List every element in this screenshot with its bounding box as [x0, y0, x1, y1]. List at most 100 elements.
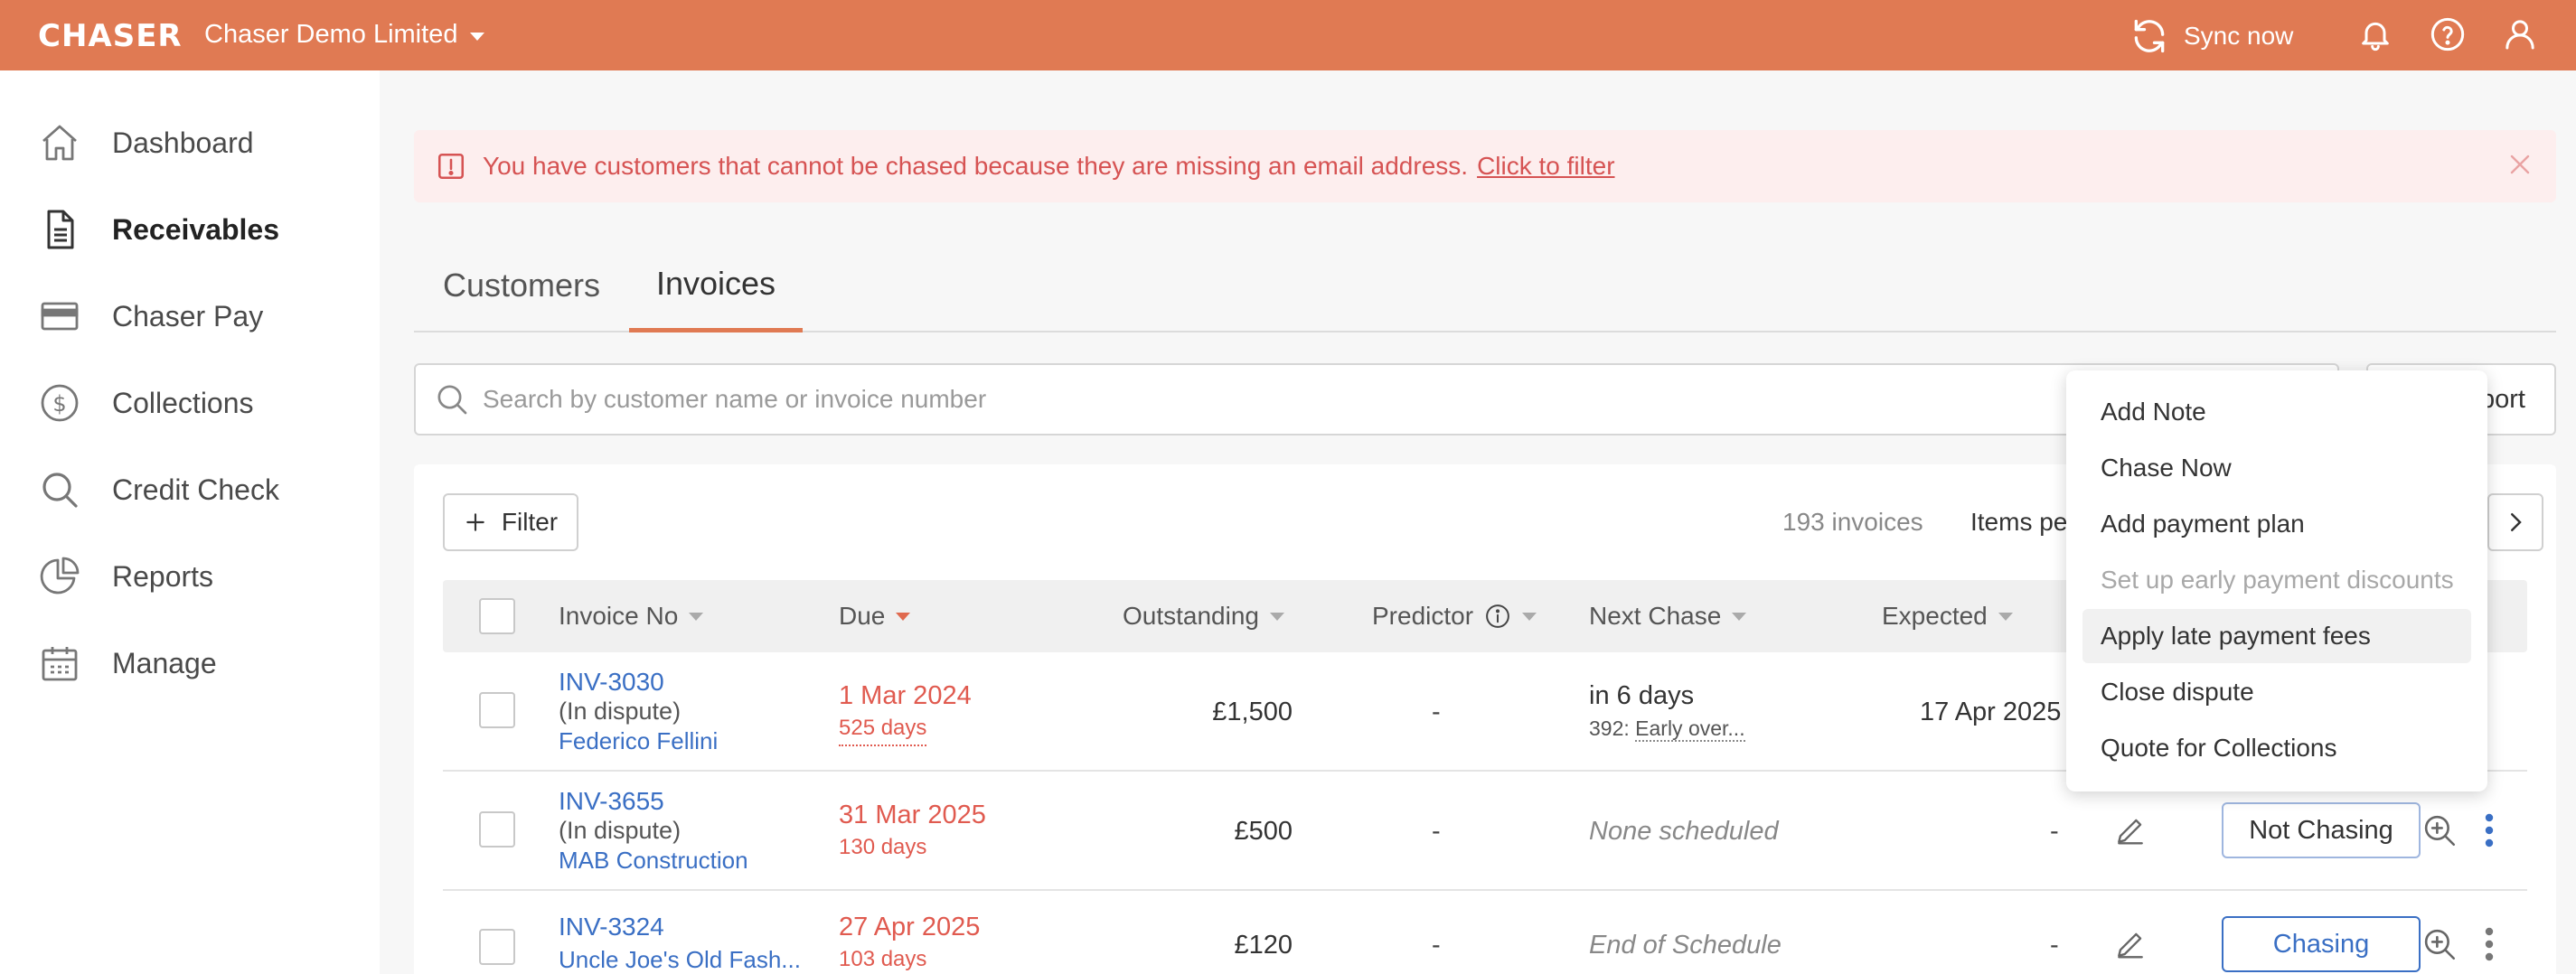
menu-item-late-payment-fees[interactable]: Apply late payment fees — [2082, 609, 2471, 663]
column-invoice-no[interactable]: Invoice No — [559, 580, 704, 652]
user-icon[interactable] — [2502, 16, 2538, 52]
column-outstanding[interactable]: Outstanding — [1123, 580, 1284, 652]
due-cell: 31 Mar 2025 130 days — [839, 799, 986, 864]
search-input[interactable] — [483, 385, 2200, 414]
sidebar-item-dashboard[interactable]: Dashboard — [38, 116, 254, 170]
org-name: Chaser Demo Limited — [204, 20, 458, 49]
due-date: 27 Apr 2025 — [839, 913, 981, 941]
sidebar-item-manage[interactable]: Manage — [38, 636, 217, 690]
help-icon[interactable] — [2430, 16, 2466, 52]
alert-message: You have customers that cannot be chased… — [483, 152, 1469, 180]
overdue-days: 130 days — [839, 835, 927, 859]
next-chase-template[interactable]: Early over... — [1635, 716, 1745, 742]
edit-icon[interactable] — [2113, 813, 2148, 848]
row-checkbox[interactable] — [479, 692, 515, 728]
zoom-in-icon[interactable] — [2421, 811, 2458, 849]
column-label: Predictor — [1372, 602, 1474, 630]
column-predictor[interactable]: Predictor — [1372, 580, 1537, 652]
tab-customers[interactable]: Customers — [443, 239, 600, 332]
brand-logo[interactable]: CHASER — [38, 18, 183, 54]
sort-icon — [1522, 612, 1537, 621]
invoice-link[interactable]: INV-3655 — [559, 786, 748, 816]
close-icon[interactable] — [2504, 148, 2536, 181]
sort-icon — [1998, 612, 2013, 621]
more-options-icon[interactable] — [2480, 811, 2498, 849]
select-all-checkbox-cell — [479, 580, 515, 652]
overdue-days: 525 days — [839, 712, 927, 746]
search-box — [414, 363, 2339, 435]
sidebar-item-credit-check[interactable]: Credit Check — [38, 463, 279, 517]
column-next-chase[interactable]: Next Chase — [1589, 580, 1747, 652]
outstanding-amount: £1,500 — [1212, 698, 1293, 726]
sidebar-item-label: Collections — [112, 386, 254, 419]
predictor-value: - — [1432, 817, 1441, 846]
bell-icon[interactable] — [2357, 16, 2393, 52]
menu-item-add-payment-plan[interactable]: Add payment plan — [2082, 497, 2471, 551]
filter-button[interactable]: Filter — [443, 493, 578, 551]
filter-label: Filter — [501, 508, 559, 536]
document-icon — [47, 210, 74, 249]
due-cell: 27 Apr 2025 103 days — [839, 911, 980, 974]
invoice-link[interactable]: INV-3324 — [559, 911, 801, 943]
card-icon — [41, 302, 79, 331]
sidebar-item-label: Reports — [112, 559, 214, 593]
tab-invoices[interactable]: Invoices — [629, 239, 803, 332]
menu-item-quote-for-collections[interactable]: Quote for Collections — [2082, 721, 2471, 775]
next-chase-cell: in 6 days 392: Early over... — [1589, 679, 1745, 745]
column-label: Due — [839, 602, 886, 630]
invoice-cell: INV-3324 Uncle Joe's Old Fash... — [559, 911, 801, 974]
column-label: Expected — [1882, 602, 1988, 630]
invoice-link[interactable]: INV-3030 — [559, 667, 718, 697]
more-options-icon[interactable] — [2480, 925, 2498, 963]
customer-link[interactable]: MAB Construction — [559, 846, 748, 876]
row-checkbox[interactable] — [479, 929, 515, 965]
search-icon — [437, 385, 467, 415]
predictor-value: - — [1432, 931, 1441, 960]
sidebar-item-label: Chaser Pay — [112, 299, 264, 332]
items-per-page-label: Items pe — [1970, 508, 2068, 536]
sidebar-item-chaser-pay[interactable]: Chaser Pay — [38, 289, 263, 343]
search-icon — [42, 473, 78, 508]
sort-icon — [689, 612, 704, 621]
sync-now-label: Sync now — [2184, 22, 2294, 50]
sidebar-item-receivables[interactable]: Receivables — [38, 202, 279, 257]
chasing-status-button[interactable]: Chasing — [2222, 916, 2421, 972]
zoom-in-icon[interactable] — [2421, 925, 2458, 963]
customer-link[interactable]: Uncle Joe's Old Fash... — [559, 943, 801, 974]
next-chase-value: in 6 days — [1589, 681, 1695, 710]
sidebar-item-label: Credit Check — [112, 473, 279, 506]
table-row: INV-3324 Uncle Joe's Old Fash... 27 Apr … — [443, 891, 2527, 974]
chasing-status-button[interactable]: Not Chasing — [2222, 802, 2421, 858]
customer-link[interactable]: Federico Fellini — [559, 726, 718, 756]
sort-active-icon — [896, 612, 911, 621]
menu-item-early-payment-discounts: Set up early payment discounts — [2101, 566, 2454, 594]
edit-icon[interactable] — [2113, 927, 2148, 961]
outstanding-amount: £500 — [1234, 817, 1293, 846]
sidebar-item-reports[interactable]: Reports — [38, 549, 213, 604]
pie-icon — [40, 557, 80, 595]
next-chase-value: None scheduled — [1589, 817, 1779, 846]
row-checkbox[interactable] — [479, 811, 515, 848]
sync-icon — [2134, 19, 2165, 53]
expected-date: 17 Apr 2025 — [1920, 698, 2062, 726]
menu-item-close-dispute[interactable]: Close dispute — [2082, 665, 2471, 719]
column-label: Next Chase — [1589, 602, 1722, 630]
menu-item-chase-now[interactable]: Chase Now — [2082, 441, 2471, 495]
due-date: 1 Mar 2024 — [839, 681, 972, 710]
column-due[interactable]: Due — [839, 580, 911, 652]
expected-date: - — [2050, 931, 2059, 960]
column-expected[interactable]: Expected — [1882, 580, 2013, 652]
sidebar-item-label: Receivables — [112, 212, 280, 246]
org-switcher[interactable]: Chaser Demo Limited — [204, 20, 485, 50]
column-label: Invoice No — [559, 602, 679, 630]
click-to-filter-link[interactable]: Click to filter — [1477, 152, 1614, 181]
predictor-value: - — [1432, 698, 1441, 726]
menu-item-add-note[interactable]: Add Note — [2082, 385, 2471, 439]
outstanding-amount: £120 — [1234, 931, 1293, 960]
sync-now-button[interactable]: Sync now — [2129, 16, 2293, 56]
sidebar-item-collections[interactable]: $ Collections — [38, 376, 254, 430]
select-all-checkbox[interactable] — [479, 598, 515, 634]
info-icon[interactable] — [1484, 603, 1511, 630]
next-page-button[interactable] — [2487, 493, 2543, 551]
expected-date: - — [2050, 817, 2059, 846]
